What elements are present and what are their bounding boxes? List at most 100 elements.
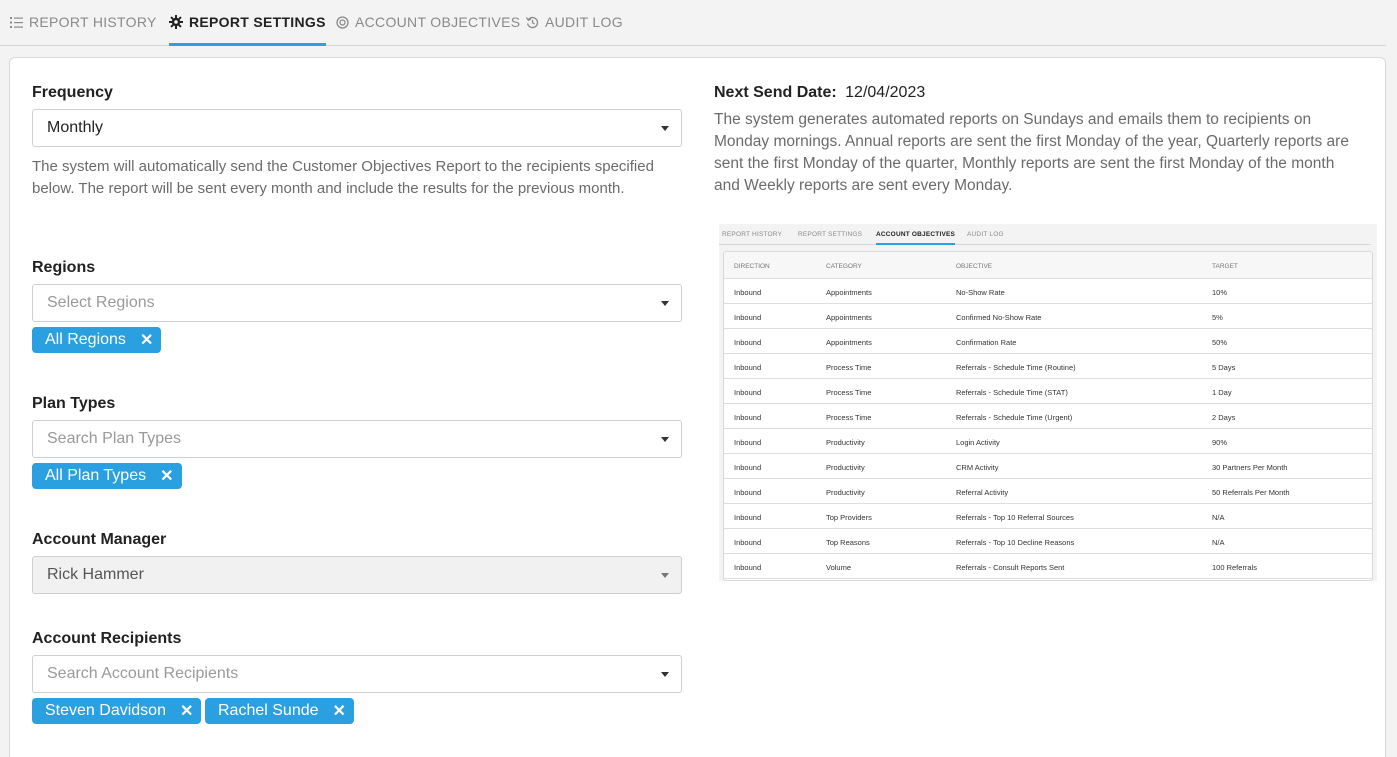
- table-row: Inbound Process Time Referrals - Schedule …: [724, 354, 1372, 379]
- chip-steven-davidson: Steven Davidson ✕: [32, 698, 202, 724]
- table-row: Inbound Productivity CRM Activity 30 Partne…: [724, 454, 1372, 479]
- frequency-select[interactable]: Monthly: [32, 109, 682, 147]
- table-cell: Productivity: [826, 463, 865, 472]
- frequency-value: Monthly: [47, 119, 104, 136]
- caret-down-icon: [661, 573, 669, 578]
- preview-tab: REPORT HISTORY: [722, 231, 783, 238]
- table-cell: Referrals - Schedule Time (STAT): [956, 388, 1068, 397]
- table-cell: Process Time: [826, 363, 872, 372]
- column-header: OBJECTIVE: [956, 263, 993, 270]
- table-cell: Volume: [826, 563, 852, 572]
- table-cell: N/A: [1212, 513, 1225, 522]
- list-icon: [9, 14, 23, 30]
- table-cell: Inbound: [734, 488, 762, 497]
- gear-icon: [169, 14, 183, 30]
- table-cell: Inbound: [734, 413, 762, 422]
- table-cell: 50 Referrals Per Month: [1212, 488, 1290, 497]
- chip-label: Steven Davidson: [45, 702, 166, 719]
- table-cell: 1 Day: [1212, 388, 1232, 397]
- table-cell: Referrals - Consult Reports Sent: [956, 563, 1065, 572]
- tab-audit-log[interactable]: AUDIT LOG: [525, 14, 623, 46]
- remove-icon[interactable]: ✕: [160, 466, 173, 486]
- table-cell: Login Activity: [956, 438, 1000, 447]
- table-row: Inbound Appointments Confirmed No-Show Rat…: [724, 304, 1372, 329]
- regions-select[interactable]: Select Regions: [32, 284, 682, 322]
- column-header: CATEGORY: [826, 263, 862, 270]
- account-recipients-label: Account Recipients: [32, 630, 182, 647]
- report-preview-image: REPORT HISTORY REPORT SETTINGS ACCOUNT O…: [719, 224, 1377, 581]
- table-cell: Inbound: [734, 388, 762, 397]
- table-cell: Inbound: [734, 288, 762, 297]
- table-cell: Inbound: [734, 563, 762, 572]
- account-manager-value: Rick Hammer: [47, 566, 144, 583]
- next-send-date: Next Send Date: 12/04/2023: [714, 84, 925, 102]
- account-manager-select[interactable]: Rick Hammer: [32, 556, 682, 594]
- chip-label: All Regions: [45, 331, 126, 348]
- tab-label: AUDIT LOG: [545, 14, 623, 30]
- preview-tab: ACCOUNT OBJECTIVES: [876, 231, 956, 245]
- next-send-value: 12/04/2023: [845, 84, 926, 101]
- tab-report-history[interactable]: REPORT HISTORY: [9, 14, 157, 46]
- table-row: Inbound Productivity Login Activity 90%: [724, 429, 1372, 454]
- caret-down-icon: [661, 301, 669, 306]
- tab-label: ACCOUNT OBJECTIVES: [355, 14, 521, 30]
- table-cell: Top Reasons: [826, 538, 870, 547]
- table-cell: Inbound: [734, 438, 762, 447]
- account-manager-label: Account Manager: [32, 531, 167, 548]
- chip-label: All Plan Types: [45, 467, 147, 484]
- remove-icon[interactable]: ✕: [180, 701, 193, 721]
- preview-objectives-table: DIRECTION CATEGORY OBJECTIVE TARGET Inbo…: [723, 251, 1373, 581]
- caret-down-icon: [661, 437, 669, 442]
- table-cell: No-Show Rate: [956, 288, 1005, 297]
- table-cell: 5 Days: [1212, 363, 1236, 372]
- schedule-description: The system generates automated reports o…: [714, 111, 1349, 194]
- table-row: Inbound Volume Referrals - Consult Reports…: [724, 554, 1372, 579]
- table-cell: Referrals - Top 10 Decline Reasons: [956, 538, 1075, 547]
- tab-label: REPORT HISTORY: [29, 14, 157, 30]
- table-cell: 2 Days: [1212, 413, 1236, 422]
- table-cell: Productivity: [826, 438, 865, 447]
- table-cell: 100 Referrals: [1212, 563, 1258, 572]
- table-row: Inbound Appointments Confirmation Rate 50%: [724, 329, 1372, 354]
- tab-report-settings[interactable]: REPORT SETTINGS: [169, 14, 326, 46]
- table-cell: Productivity: [826, 488, 865, 497]
- chip-all-plan-types: All Plan Types ✕: [32, 463, 182, 489]
- account-recipients-placeholder: Search Account Recipients: [47, 665, 239, 682]
- chip-all-regions: All Regions ✕: [32, 327, 162, 353]
- table-cell: Inbound: [734, 313, 762, 322]
- plan-types-select[interactable]: Search Plan Types: [32, 420, 682, 458]
- caret-down-icon: [661, 126, 669, 131]
- table-row: Inbound Process Time Referrals - Schedule …: [724, 404, 1372, 429]
- table-cell: Inbound: [734, 338, 762, 347]
- remove-icon[interactable]: ✕: [333, 701, 346, 721]
- table-cell: Inbound: [734, 463, 762, 472]
- account-recipients-select[interactable]: Search Account Recipients: [32, 655, 682, 693]
- target-icon: [335, 14, 349, 30]
- table-cell: Referrals - Top 10 Referral Sources: [956, 513, 1074, 522]
- table-cell: 10%: [1212, 288, 1228, 297]
- preview-tab: AUDIT LOG: [967, 231, 1004, 238]
- table-cell: 30 Partners Per Month: [1212, 463, 1288, 472]
- tab-account-objectives[interactable]: ACCOUNT OBJECTIVES: [335, 14, 520, 46]
- remove-icon[interactable]: ✕: [140, 330, 153, 350]
- table-cell: 50%: [1212, 338, 1228, 347]
- next-send-label: Next Send Date:: [714, 84, 837, 101]
- frequency-help-text: The system will automatically send the C…: [32, 158, 654, 197]
- table-cell: Process Time: [826, 388, 872, 397]
- table-cell: Process Time: [826, 413, 872, 422]
- table-cell: Confirmation Rate: [956, 338, 1017, 347]
- table-row: Inbound Appointments No-Show Rate 10%: [724, 279, 1372, 304]
- regions-placeholder: Select Regions: [47, 294, 155, 311]
- preview-tab: REPORT SETTINGS: [798, 231, 863, 238]
- table-cell: 5%: [1212, 313, 1223, 322]
- table-cell: N/A: [1212, 538, 1225, 547]
- table-cell: Referrals - Schedule Time (Routine): [956, 363, 1076, 372]
- table-cell: Referral Activity: [956, 488, 1009, 497]
- frequency-label: Frequency: [32, 84, 113, 101]
- table-cell: Top Providers: [826, 513, 872, 522]
- table-cell: Inbound: [734, 363, 762, 372]
- plan-types-label: Plan Types: [32, 395, 116, 412]
- table-cell: Confirmed No-Show Rate: [956, 313, 1042, 322]
- table-row: Inbound Top Reasons Referrals - Top 10 Dec…: [724, 529, 1372, 554]
- table-cell: Appointments: [826, 338, 872, 347]
